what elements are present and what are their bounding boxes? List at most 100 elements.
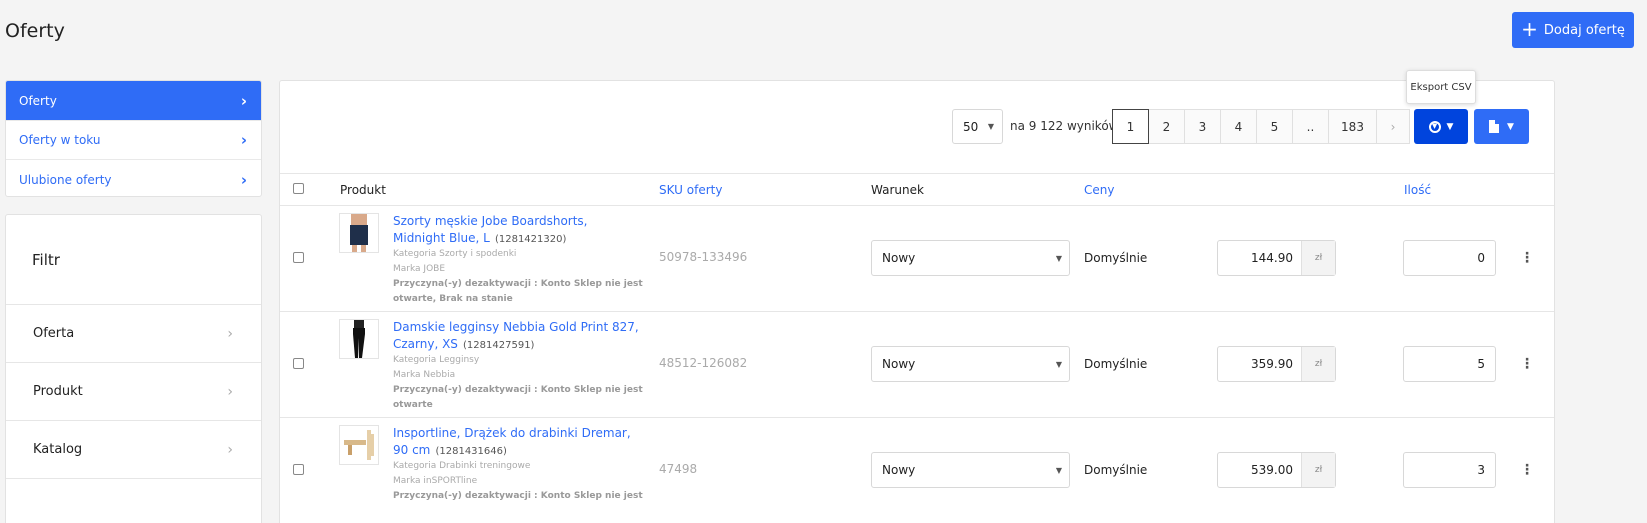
header-quantity[interactable]: Ilość bbox=[1404, 183, 1431, 197]
filter-catalog[interactable]: Katalog › bbox=[6, 421, 261, 479]
price-input[interactable]: 144.90 zł bbox=[1217, 240, 1336, 276]
filter-panel: Filtr Oferta › Produkt › Katalog › bbox=[5, 214, 262, 523]
table-header: Produkt SKU oferty Warunek Ceny Ilość bbox=[280, 173, 1554, 206]
currency-addon: zł bbox=[1301, 453, 1335, 487]
quantity-input[interactable]: 3 bbox=[1403, 452, 1496, 488]
nav-item-label: Oferty bbox=[19, 93, 57, 108]
page-button[interactable]: 2 bbox=[1148, 109, 1185, 144]
page-ellipsis: .. bbox=[1292, 109, 1329, 144]
filter-title: Filtr bbox=[6, 215, 261, 305]
price-input[interactable]: 359.90 zł bbox=[1217, 346, 1336, 382]
page-button[interactable]: 3 bbox=[1184, 109, 1221, 144]
plus-icon: + bbox=[1521, 17, 1538, 41]
table-row: Szorty męskie Jobe Boardshorts, Midnight… bbox=[280, 206, 1554, 312]
price-value: 144.90 bbox=[1251, 251, 1293, 265]
offers-nav: Oferty › Oferty w toku › Ulubione oferty… bbox=[5, 80, 262, 197]
export-csv-button[interactable]: ▼ ▼ bbox=[1414, 109, 1468, 144]
quantity-input[interactable]: 5 bbox=[1403, 346, 1496, 382]
nav-item-offers[interactable]: Oferty › bbox=[6, 81, 261, 121]
nav-item-label: Ulubione oferty bbox=[19, 172, 112, 187]
offer-sku: 50978-133496 bbox=[659, 250, 748, 264]
per-page-value: 50 bbox=[963, 119, 979, 134]
product-brand: Marka JOBE bbox=[393, 264, 446, 274]
results-count: na 9 122 wyników bbox=[1010, 119, 1119, 133]
page-title: Oferty bbox=[5, 20, 65, 42]
header-condition: Warunek bbox=[871, 183, 924, 197]
product-id: (1281421320) bbox=[494, 234, 567, 245]
deactivation-reason: Przyczyna(-y) dezaktywacji : Konto Sklep… bbox=[393, 385, 643, 410]
product-category: Kategoria Drabinki treningowe bbox=[393, 461, 531, 471]
product-category: Kategoria Szorty i spodenki bbox=[393, 249, 517, 259]
next-page-button[interactable]: › bbox=[1376, 109, 1410, 144]
document-icon bbox=[1489, 120, 1500, 133]
condition-select[interactable]: Nowy ▼ bbox=[871, 346, 1070, 382]
price-type: Domyślnie bbox=[1084, 463, 1148, 477]
chevron-right-icon: › bbox=[227, 325, 233, 342]
select-all-checkbox[interactable] bbox=[293, 183, 304, 194]
page-button[interactable]: 183 bbox=[1328, 109, 1377, 144]
more-actions-icon[interactable]: ⋮ bbox=[1520, 250, 1534, 266]
chevron-right-icon: › bbox=[227, 383, 233, 400]
header-product: Produkt bbox=[340, 183, 386, 197]
table-row: Damskie legginsy Nebbia Gold Print 827, … bbox=[280, 312, 1554, 418]
pagination: 1 2 3 4 5 .. 183 › bbox=[1112, 109, 1410, 144]
currency-addon: zł bbox=[1301, 241, 1335, 275]
price-type: Domyślnie bbox=[1084, 357, 1148, 371]
condition-value: Nowy bbox=[882, 357, 916, 371]
product-brand: Marka Nebbia bbox=[393, 370, 456, 380]
add-offer-button[interactable]: + Dodaj ofertę bbox=[1512, 12, 1634, 48]
chevron-right-icon: › bbox=[227, 441, 233, 458]
product-brand: Marka inSPORTline bbox=[393, 476, 478, 486]
more-actions-icon[interactable]: ⋮ bbox=[1520, 356, 1534, 372]
quantity-input[interactable]: 0 bbox=[1403, 240, 1496, 276]
caret-down-icon: ▼ bbox=[987, 122, 994, 131]
more-actions-icon[interactable]: ⋮ bbox=[1520, 462, 1534, 478]
header-prices[interactable]: Ceny bbox=[1084, 183, 1114, 197]
product-category: Kategoria Legginsy bbox=[393, 355, 480, 365]
filter-product[interactable]: Produkt › bbox=[6, 363, 261, 421]
table-row: Insportline, Drążek do drabinki Dremar, … bbox=[280, 418, 1554, 523]
condition-select[interactable]: Nowy ▼ bbox=[871, 240, 1070, 276]
price-value: 539.00 bbox=[1251, 463, 1293, 477]
caret-down-icon: ▼ bbox=[1055, 253, 1062, 263]
offers-table-card: 50 ▼ na 9 122 wyników 1 2 3 4 5 .. 183 ›… bbox=[279, 80, 1555, 523]
per-page-select[interactable]: 50 ▼ bbox=[952, 109, 1003, 144]
deactivation-reason: Przyczyna(-y) dezaktywacji : Konto Sklep… bbox=[393, 491, 643, 501]
page-button[interactable]: 5 bbox=[1256, 109, 1293, 144]
deactivation-reason: Przyczyna(-y) dezaktywacji : Konto Sklep… bbox=[393, 279, 643, 304]
price-input[interactable]: 539.00 zł bbox=[1217, 452, 1336, 488]
nav-item-offers-in-progress[interactable]: Oferty w toku › bbox=[6, 121, 261, 160]
chevron-right-icon: › bbox=[240, 170, 247, 189]
product-thumbnail bbox=[339, 319, 379, 359]
caret-down-icon: ▼ bbox=[1055, 465, 1062, 475]
price-type: Domyślnie bbox=[1084, 251, 1148, 265]
nav-item-label: Oferty w toku bbox=[19, 133, 101, 147]
chevron-down-icon: ▼ bbox=[1446, 121, 1454, 132]
add-offer-label: Dodaj ofertę bbox=[1543, 22, 1625, 38]
page-button[interactable]: 4 bbox=[1220, 109, 1257, 144]
filter-label: Oferta bbox=[33, 326, 75, 341]
price-value: 359.90 bbox=[1251, 357, 1293, 371]
download-circle-icon: ▼ bbox=[1428, 120, 1441, 133]
product-thumbnail bbox=[339, 425, 379, 465]
page-button[interactable]: 1 bbox=[1112, 109, 1149, 144]
product-id: (1281431646) bbox=[435, 446, 507, 457]
currency-addon: zł bbox=[1301, 347, 1335, 381]
nav-item-favorite-offers[interactable]: Ulubione oferty › bbox=[6, 160, 261, 196]
product-name-link[interactable]: Insportline, Drążek do drabinki Dremar, … bbox=[393, 426, 631, 457]
filter-label: Katalog bbox=[33, 442, 83, 457]
offer-sku: 48512-126082 bbox=[659, 356, 748, 370]
condition-value: Nowy bbox=[882, 463, 916, 477]
row-checkbox[interactable] bbox=[293, 464, 304, 475]
row-checkbox[interactable] bbox=[293, 252, 304, 263]
header-sku[interactable]: SKU oferty bbox=[659, 183, 722, 197]
row-checkbox[interactable] bbox=[293, 358, 304, 369]
document-menu-button[interactable]: ▼ bbox=[1474, 109, 1529, 144]
export-csv-tooltip: Eksport CSV bbox=[1406, 70, 1476, 104]
filter-offer[interactable]: Oferta › bbox=[6, 305, 261, 363]
chevron-right-icon: › bbox=[240, 131, 247, 149]
condition-select[interactable]: Nowy ▼ bbox=[871, 452, 1070, 488]
product-id: (1281427591) bbox=[463, 340, 535, 351]
offer-sku: 47498 bbox=[659, 462, 698, 476]
condition-value: Nowy bbox=[882, 251, 916, 265]
